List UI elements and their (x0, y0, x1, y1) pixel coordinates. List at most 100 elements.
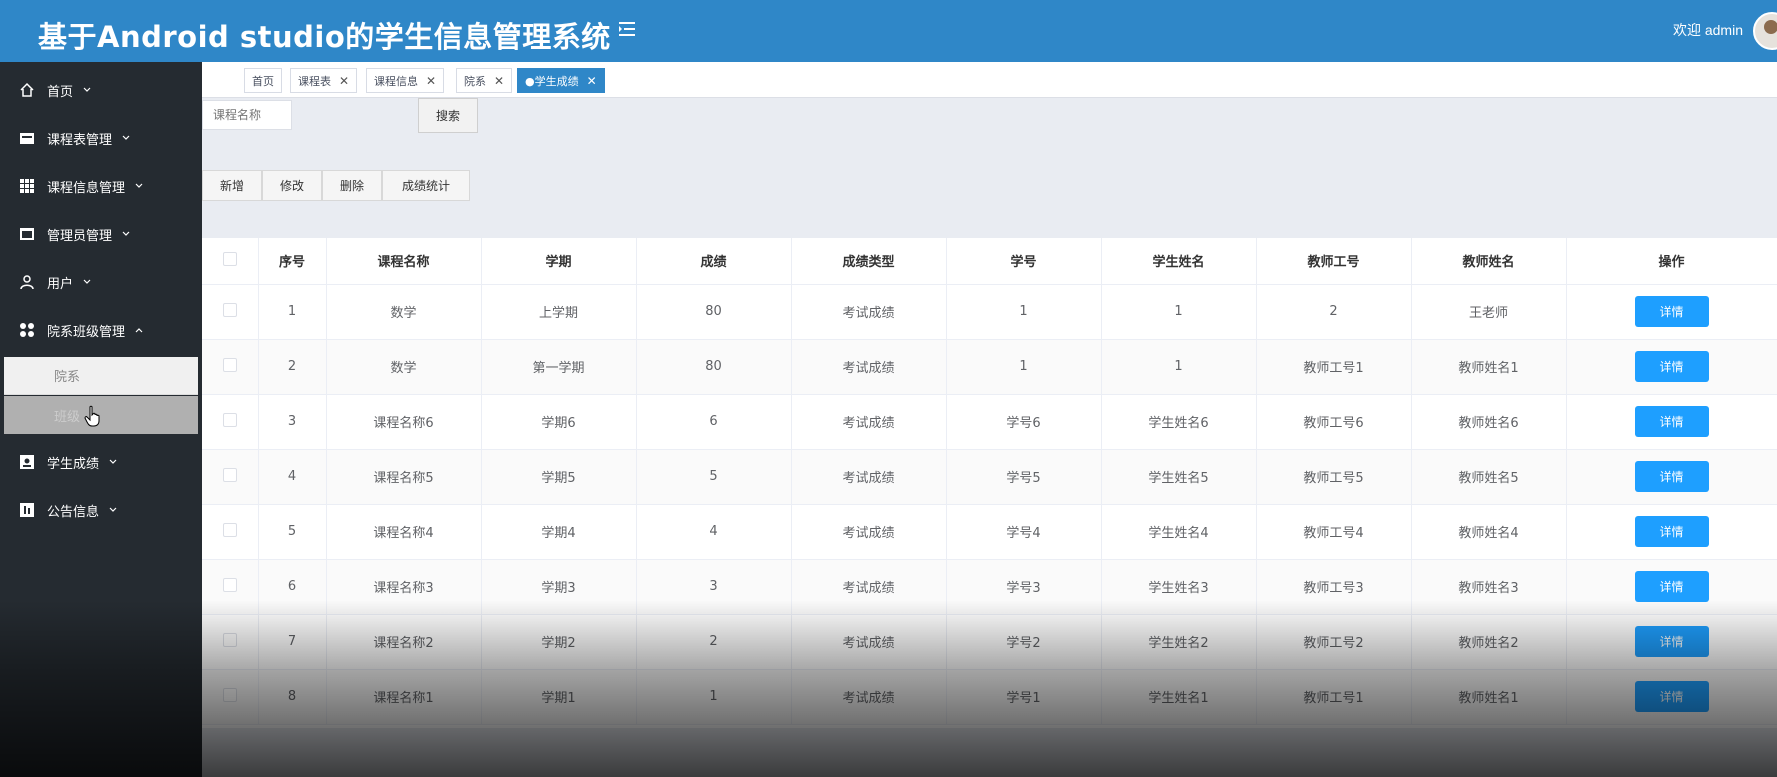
table-cell: 7 (258, 614, 327, 670)
sidebar-item-admin[interactable]: 管理员管理 (0, 210, 202, 258)
table-row: 7 课程名称2 学期2 2 考试成绩 学号2 学生姓名2 教师工号2 教师姓名2 详情 (202, 614, 1777, 670)
table-cell: 学生姓名5 (1101, 449, 1257, 505)
row-checkbox[interactable] (222, 467, 237, 482)
tab-grades[interactable]: ●学生成绩 ✕ (517, 68, 605, 93)
close-icon[interactable]: ✕ (339, 74, 349, 88)
detail-button[interactable]: 详情 (1634, 461, 1709, 492)
chevron-down-icon (83, 87, 91, 92)
table-cell: 课程名称4 (326, 504, 482, 560)
table-cell: 教师工号4 (1256, 504, 1412, 560)
table-cell: 教师工号2 (1256, 614, 1412, 670)
calendar-icon (20, 133, 34, 144)
select-all-checkbox[interactable] (222, 251, 237, 266)
row-checkbox[interactable] (222, 632, 237, 647)
table-cell: 学期4 (481, 504, 637, 560)
sidebar-item-notice[interactable]: 公告信息 (0, 486, 202, 534)
top-header: 基于Android studio的学生信息管理系统 欢迎 admin (0, 0, 1777, 62)
table-cell: 教师姓名5 (1411, 449, 1567, 505)
table-cell: 教师工号1 (1256, 669, 1412, 725)
table-cell: 3 (258, 394, 327, 450)
table-cell: 王老师 (1411, 284, 1567, 340)
table-cell: 学生姓名6 (1101, 394, 1257, 450)
detail-button[interactable]: 详情 (1634, 296, 1709, 327)
app-title: 基于Android studio的学生信息管理系统 (38, 20, 611, 54)
table-cell: 学期6 (481, 394, 637, 450)
row-checkbox[interactable] (222, 357, 237, 372)
detail-button[interactable]: 详情 (1634, 516, 1709, 547)
table-cell: 课程名称5 (326, 449, 482, 505)
table-cell: 考试成绩 (791, 504, 947, 560)
menu-toggle-icon[interactable] (616, 18, 638, 40)
detail-button[interactable]: 详情 (1634, 681, 1709, 712)
detail-button[interactable]: 详情 (1634, 406, 1709, 437)
edit-button[interactable]: 修改 (262, 170, 322, 201)
row-checkbox-cell (202, 449, 259, 505)
close-icon[interactable]: ✕ (426, 74, 436, 88)
row-checkbox[interactable] (222, 687, 237, 702)
column-header: 教师姓名 (1411, 238, 1567, 285)
row-checkbox[interactable] (222, 412, 237, 427)
table-cell: 教师姓名1 (1411, 339, 1567, 395)
sidebar-subitem-department[interactable]: 院系 (4, 357, 198, 395)
detail-button[interactable]: 详情 (1634, 626, 1709, 657)
table-cell: 数学 (326, 284, 482, 340)
table-cell: 学期3 (481, 559, 637, 615)
grid-icon (20, 179, 34, 193)
search-input[interactable] (202, 100, 292, 130)
sidebar-item-course-info[interactable]: 课程信息管理 (0, 162, 202, 210)
row-checkbox[interactable] (222, 522, 237, 537)
table-cell: 考试成绩 (791, 284, 947, 340)
sidebar-item-schedule[interactable]: 课程表管理 (0, 114, 202, 162)
table-cell: 80 (636, 284, 792, 340)
tab-bar: 首页 课程表 ✕ 课程信息 ✕ 院系 ✕ ●学生成绩 ✕ (202, 62, 1777, 98)
table-cell: 学号2 (946, 614, 1102, 670)
chevron-down-icon (109, 459, 117, 464)
grades-table: 序号 课程名称 学期 成绩 成绩类型 学号 学生姓名 教师工号 教师姓名 操作 … (202, 238, 1777, 728)
close-icon[interactable]: ✕ (587, 74, 597, 88)
table-cell: 考试成绩 (791, 449, 947, 505)
table-cell: 学号6 (946, 394, 1102, 450)
table-row: 2 数学 第一学期 80 考试成绩 1 1 教师工号1 教师姓名1 详情 (202, 339, 1777, 395)
chevron-up-icon (135, 328, 143, 333)
tab-home[interactable]: 首页 (244, 68, 282, 93)
apps-icon (20, 323, 34, 337)
detail-button[interactable]: 详情 (1634, 571, 1709, 602)
table-cell: 教师工号6 (1256, 394, 1412, 450)
row-checkbox[interactable] (222, 302, 237, 317)
search-button[interactable]: 搜索 (418, 98, 478, 133)
table-cell: 学生姓名2 (1101, 614, 1257, 670)
actions-cell: 详情 (1566, 449, 1777, 505)
chevron-down-icon (135, 183, 143, 188)
table-cell: 考试成绩 (791, 394, 947, 450)
tab-label: 课程表 (298, 74, 331, 88)
delete-button[interactable]: 删除 (322, 170, 382, 201)
row-checkbox-cell (202, 559, 259, 615)
column-header: 学号 (946, 238, 1102, 285)
row-checkbox[interactable] (222, 577, 237, 592)
sidebar-item-users[interactable]: 用户 (0, 258, 202, 306)
sidebar-item-home[interactable]: 首页 (0, 66, 202, 114)
close-icon[interactable]: ✕ (494, 74, 504, 88)
column-header: 成绩类型 (791, 238, 947, 285)
tab-course-info[interactable]: 课程信息 ✕ (366, 68, 445, 93)
row-checkbox-cell (202, 669, 259, 725)
table-cell: 2 (1256, 284, 1412, 340)
tab-label: 首页 (252, 74, 274, 88)
chevron-down-icon (122, 231, 130, 236)
sidebar-item-grades[interactable]: 学生成绩 (0, 438, 202, 486)
table-cell: 学生姓名4 (1101, 504, 1257, 560)
tab-schedule[interactable]: 课程表 ✕ (290, 68, 358, 93)
table-cell: 第一学期 (481, 339, 637, 395)
sidebar-item-department[interactable]: 院系班级管理 (0, 306, 202, 354)
table-cell: 考试成绩 (791, 614, 947, 670)
tab-department[interactable]: 院系 ✕ (456, 68, 513, 93)
detail-button[interactable]: 详情 (1634, 351, 1709, 382)
chevron-down-icon (83, 279, 91, 284)
table-row: 5 课程名称4 学期4 4 考试成绩 学号4 学生姓名4 教师工号4 教师姓名4 详情 (202, 504, 1777, 560)
avatar[interactable] (1753, 12, 1777, 50)
window-icon (20, 228, 34, 240)
add-button[interactable]: 新增 (202, 170, 262, 201)
stats-button[interactable]: 成绩统计 (382, 170, 470, 201)
table-cell: 教师姓名4 (1411, 504, 1567, 560)
column-header: 学生姓名 (1101, 238, 1257, 285)
